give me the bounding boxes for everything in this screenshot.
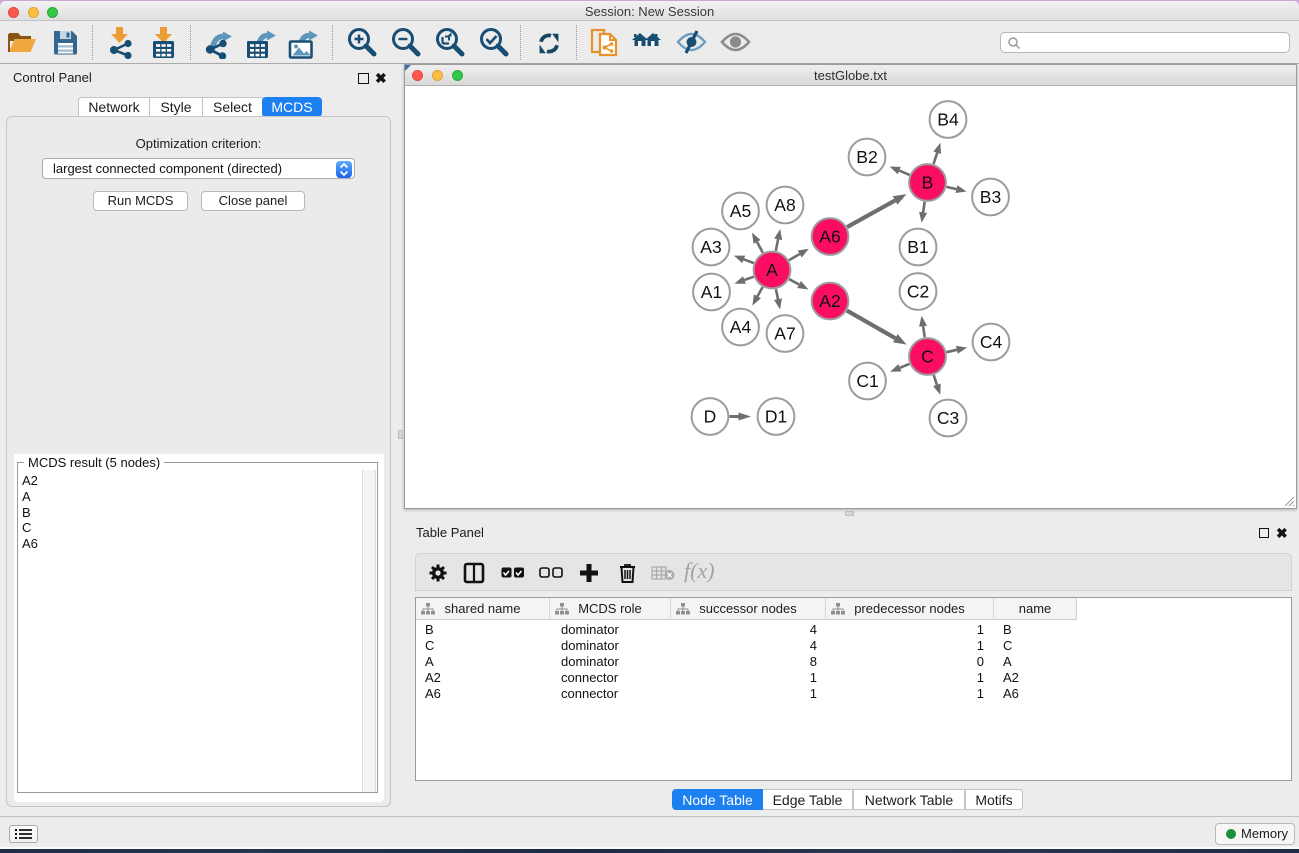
svg-text:C1: C1 bbox=[856, 371, 878, 391]
svg-text:A3: A3 bbox=[700, 237, 721, 257]
svg-text:A4: A4 bbox=[730, 317, 752, 337]
svg-text:A5: A5 bbox=[730, 201, 751, 221]
svg-text:B3: B3 bbox=[980, 187, 1001, 207]
svg-text:C4: C4 bbox=[980, 332, 1003, 352]
svg-text:A: A bbox=[766, 260, 778, 280]
svg-text:B1: B1 bbox=[907, 237, 928, 257]
svg-text:B: B bbox=[922, 173, 934, 193]
svg-text:A1: A1 bbox=[701, 282, 722, 302]
svg-text:B4: B4 bbox=[937, 110, 959, 130]
svg-text:B2: B2 bbox=[856, 147, 877, 167]
svg-text:A2: A2 bbox=[819, 291, 840, 311]
svg-text:C2: C2 bbox=[907, 282, 929, 302]
svg-text:A6: A6 bbox=[819, 227, 840, 247]
svg-text:C3: C3 bbox=[937, 408, 959, 428]
svg-text:A8: A8 bbox=[774, 195, 795, 215]
svg-text:C: C bbox=[921, 347, 934, 367]
svg-text:A7: A7 bbox=[774, 324, 795, 344]
svg-text:D: D bbox=[704, 407, 717, 427]
svg-text:D1: D1 bbox=[765, 407, 787, 427]
